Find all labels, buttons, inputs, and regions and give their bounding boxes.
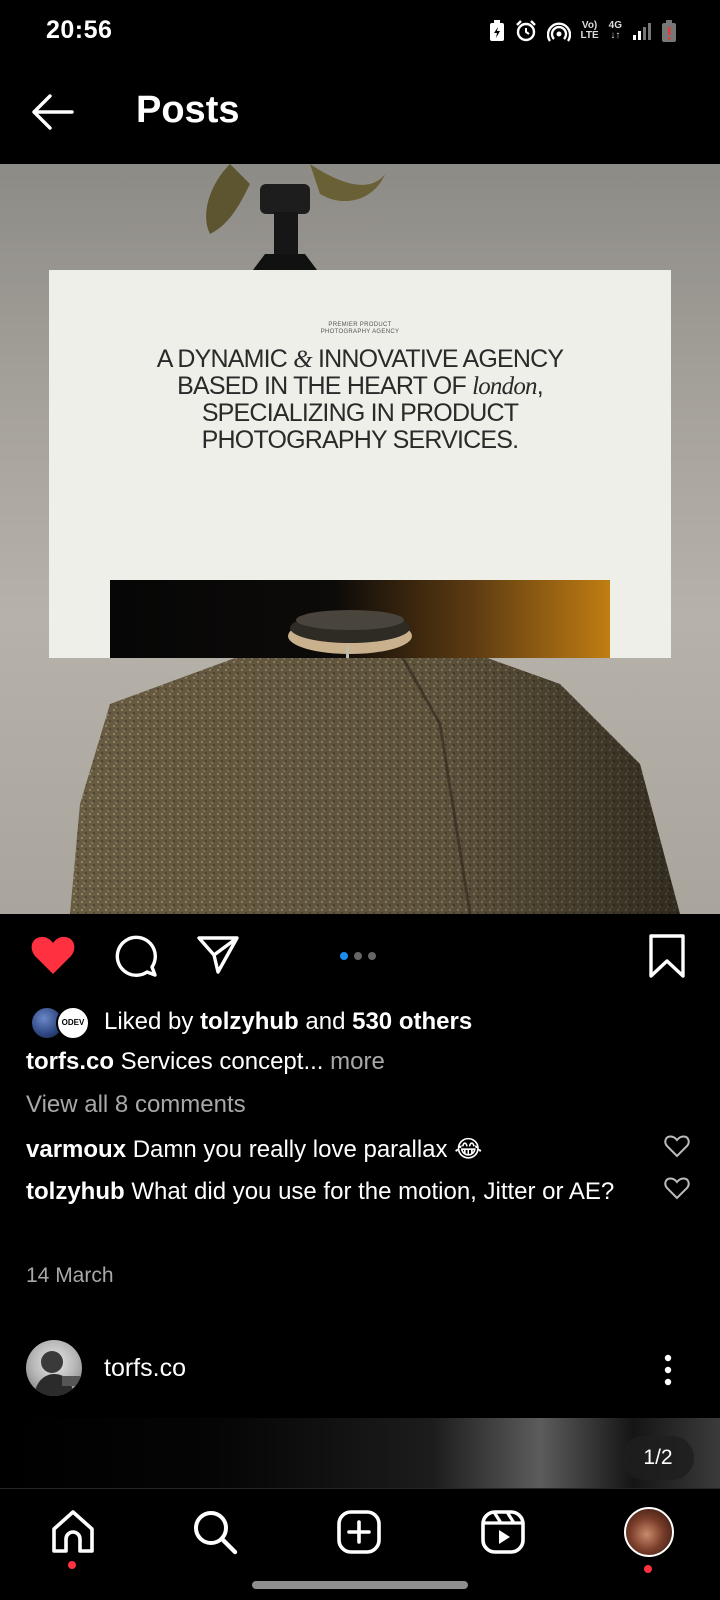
reels-icon[interactable] xyxy=(478,1507,528,1557)
next-post-header: torfs.co xyxy=(0,1340,720,1400)
caption-text: Services concept... xyxy=(114,1048,324,1075)
profile-notification-dot xyxy=(644,1565,652,1573)
battery-low-icon xyxy=(662,20,676,42)
home-icon[interactable] xyxy=(48,1507,98,1557)
caption-more-link[interactable]: more xyxy=(323,1048,385,1075)
website-preview-card: PREMIER PRODUCT PHOTOGRAPHY AGENCY A dyn… xyxy=(49,270,671,658)
caption-username[interactable]: torfs.co xyxy=(26,1048,114,1075)
comment-item: varmoux Damn you really love parallax 😂 xyxy=(26,1132,646,1167)
status-time: 20:56 xyxy=(46,16,113,44)
avatar: ODEV xyxy=(56,1006,90,1040)
home-notification-dot xyxy=(68,1561,76,1569)
carousel-dot xyxy=(340,952,348,960)
comment-icon[interactable] xyxy=(114,934,158,978)
status-bar: 20:56 Vo) LTE 4G ↓↑ xyxy=(0,0,720,62)
liker-avatars: ODEV xyxy=(28,1004,94,1040)
page-title: Posts xyxy=(136,89,240,131)
home-indicator[interactable] xyxy=(252,1581,468,1589)
comment-item: tolzyhub What did you use for the motion… xyxy=(26,1174,646,1209)
next-post-username[interactable]: torfs.co xyxy=(104,1354,186,1383)
liked-by-text: Liked by tolzyhub and 530 others xyxy=(104,1008,473,1035)
create-icon[interactable] xyxy=(334,1507,384,1557)
comment-like-heart-icon[interactable] xyxy=(664,1176,690,1200)
next-post-image[interactable]: 1/2 xyxy=(0,1418,720,1488)
post-image[interactable]: PREMIER PRODUCT PHOTOGRAPHY AGENCY A dyn… xyxy=(0,164,720,914)
carousel-counter: 1/2 xyxy=(622,1436,694,1480)
comment-username[interactable]: varmoux xyxy=(26,1136,126,1163)
alarm-icon xyxy=(515,20,536,42)
avatar[interactable] xyxy=(26,1340,82,1396)
carousel-indicator xyxy=(340,952,376,960)
battery-saver-icon xyxy=(489,20,504,41)
comment-text: Damn you really love parallax 😂 xyxy=(126,1136,483,1163)
signal-icon xyxy=(633,23,651,40)
card-kicker: PREMIER PRODUCT PHOTOGRAPHY AGENCY xyxy=(320,322,400,335)
comment-text: What did you use for the motion, Jitter … xyxy=(124,1178,615,1205)
share-icon[interactable] xyxy=(196,934,240,976)
like-heart-icon[interactable] xyxy=(30,934,76,976)
volte-icon: Vo) LTE xyxy=(580,20,599,41)
comment-like-heart-icon[interactable] xyxy=(664,1134,690,1158)
carousel-dot xyxy=(354,952,362,960)
product-stand-illustration xyxy=(206,164,385,274)
more-options-icon[interactable] xyxy=(664,1354,672,1386)
network-4g-icon: 4G ↓↑ xyxy=(608,20,622,41)
header: Posts xyxy=(0,62,720,164)
search-icon[interactable] xyxy=(190,1507,240,1557)
save-bookmark-icon[interactable] xyxy=(648,934,686,978)
product-capsule-illustration xyxy=(288,610,412,658)
card-headline: A dynamic & innovative agency based in t… xyxy=(156,345,564,454)
status-icons: Vo) LTE 4G ↓↑ xyxy=(489,18,676,44)
view-all-comments-link[interactable]: View all 8 comments xyxy=(26,1091,246,1119)
back-arrow-icon[interactable] xyxy=(30,92,74,132)
post-caption: torfs.co Services concept... more xyxy=(26,1048,385,1076)
carousel-dot xyxy=(368,952,376,960)
comment-username[interactable]: tolzyhub xyxy=(26,1178,125,1205)
liked-by-row[interactable]: ODEV Liked by tolzyhub and 530 others xyxy=(28,1004,472,1040)
post-date: 14 March xyxy=(26,1264,114,1287)
profile-avatar[interactable] xyxy=(624,1507,674,1557)
post-actions xyxy=(0,914,720,1000)
card-product-banner xyxy=(110,580,610,658)
hotspot-icon xyxy=(546,22,571,42)
avatar-photo xyxy=(34,1351,80,1396)
